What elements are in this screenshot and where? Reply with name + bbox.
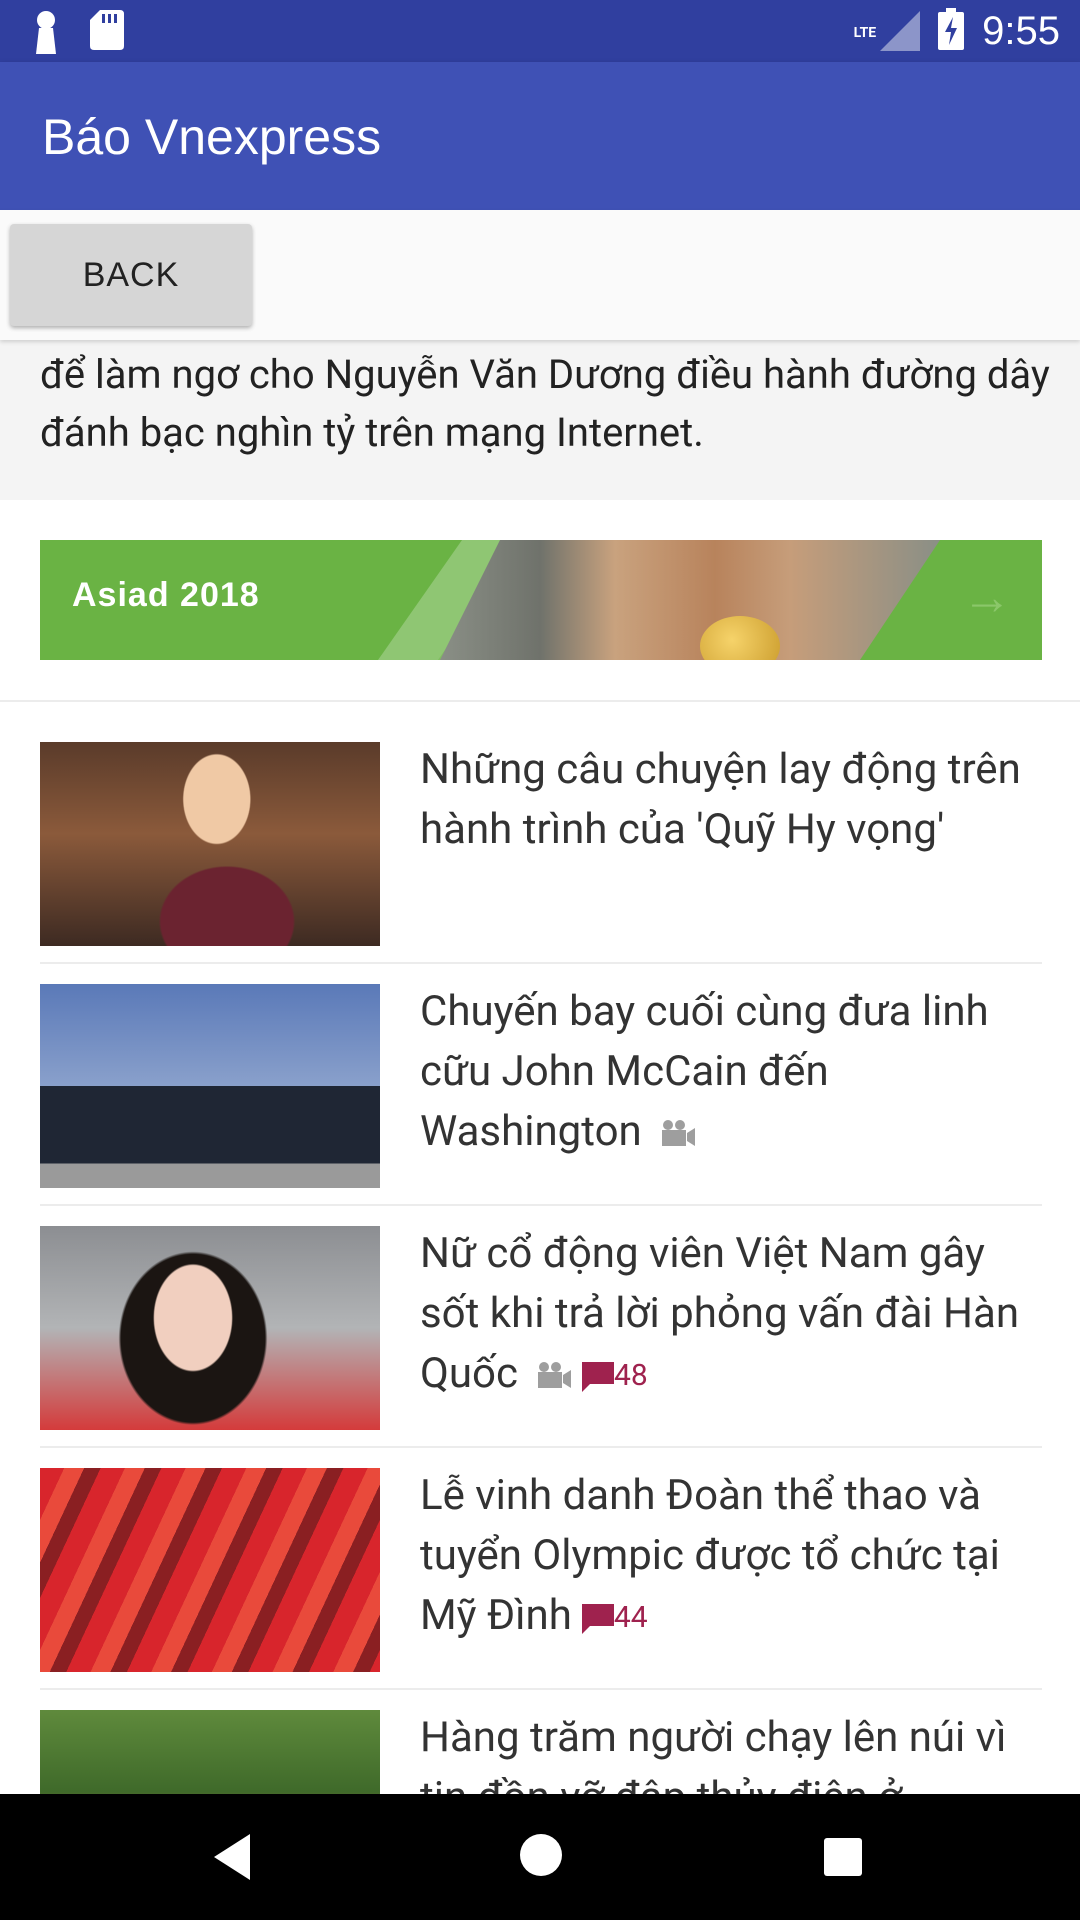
- app-bar: Báo Vnexpress: [0, 62, 1080, 210]
- banner-photo: [440, 540, 940, 660]
- news-title-text: Lễ vinh danh Đoàn thể thao và tuyển Olym…: [420, 1471, 1000, 1640]
- battery-charging-icon: [938, 8, 965, 54]
- divider: [40, 962, 1042, 964]
- asiad-banner[interactable]: Asiad 2018 →: [40, 540, 1042, 660]
- article-summary-text: để làm ngơ cho Nguyễn Văn Dương điều hàn…: [40, 351, 1050, 456]
- banner-label: Asiad 2018: [72, 576, 260, 614]
- news-title: Chuyến bay cuối cùng đưa linh cữu John M…: [420, 982, 1050, 1164]
- recents-square-icon[interactable]: [822, 1836, 864, 1882]
- divider: [0, 700, 1080, 702]
- toolbar: BACK: [0, 210, 1080, 340]
- news-thumbnail: [40, 984, 380, 1188]
- home-circle-icon[interactable]: [518, 1832, 564, 1882]
- notification-icon: [30, 10, 62, 58]
- arrow-right-icon: →: [962, 569, 1012, 627]
- news-title: Những câu chuyện lay động trên hành trìn…: [420, 740, 1050, 860]
- app-title: Báo Vnexpress: [42, 109, 382, 165]
- news-thumbnail: [40, 1226, 380, 1430]
- news-title-text: Những câu chuyện lay động trên hành trìn…: [420, 745, 1021, 854]
- comment-count: 44: [581, 1588, 648, 1648]
- back-button[interactable]: BACK: [10, 224, 252, 326]
- comment-icon: [581, 1603, 614, 1634]
- sd-card-icon: [90, 10, 124, 58]
- news-title-text: Nữ cổ động viên Việt Nam gây sốt khi trả…: [420, 1229, 1020, 1398]
- news-thumbnail: [40, 742, 380, 946]
- news-item[interactable]: Lễ vinh danh Đoàn thể thao và tuyển Olym…: [40, 1466, 1042, 1672]
- divider: [40, 1446, 1042, 1448]
- news-title: Lễ vinh danh Đoàn thể thao và tuyển Olym…: [420, 1466, 1050, 1648]
- news-item[interactable]: Chuyến bay cuối cùng đưa linh cữu John M…: [40, 982, 1042, 1188]
- comment-icon: [582, 1361, 614, 1392]
- signal-icon: LTE: [854, 9, 921, 53]
- comment-count-text: 44: [613, 1599, 648, 1635]
- article-summary[interactable]: để làm ngơ cho Nguyễn Văn Dương điều hàn…: [0, 340, 1080, 500]
- video-icon: [536, 1346, 572, 1406]
- status-bar: LTE 9:55: [0, 0, 1080, 62]
- back-triangle-icon[interactable]: [210, 1832, 254, 1886]
- news-thumbnail: [40, 1468, 380, 1672]
- network-type-label: LTE: [853, 25, 877, 41]
- divider: [40, 1204, 1042, 1206]
- news-item[interactable]: Những câu chuyện lay động trên hành trìn…: [40, 740, 1042, 946]
- comment-count-text: 48: [614, 1357, 648, 1393]
- divider: [40, 1688, 1042, 1690]
- news-item[interactable]: Nữ cổ động viên Việt Nam gây sốt khi trả…: [40, 1224, 1042, 1430]
- status-time: 9:55: [982, 8, 1060, 53]
- news-title: Nữ cổ động viên Việt Nam gây sốt khi trả…: [420, 1224, 1050, 1406]
- navigation-bar: [0, 1794, 1080, 1920]
- news-title-text: Chuyến bay cuối cùng đưa linh cữu John M…: [420, 987, 989, 1156]
- video-icon: [660, 1104, 696, 1164]
- comment-count: 48: [582, 1346, 648, 1406]
